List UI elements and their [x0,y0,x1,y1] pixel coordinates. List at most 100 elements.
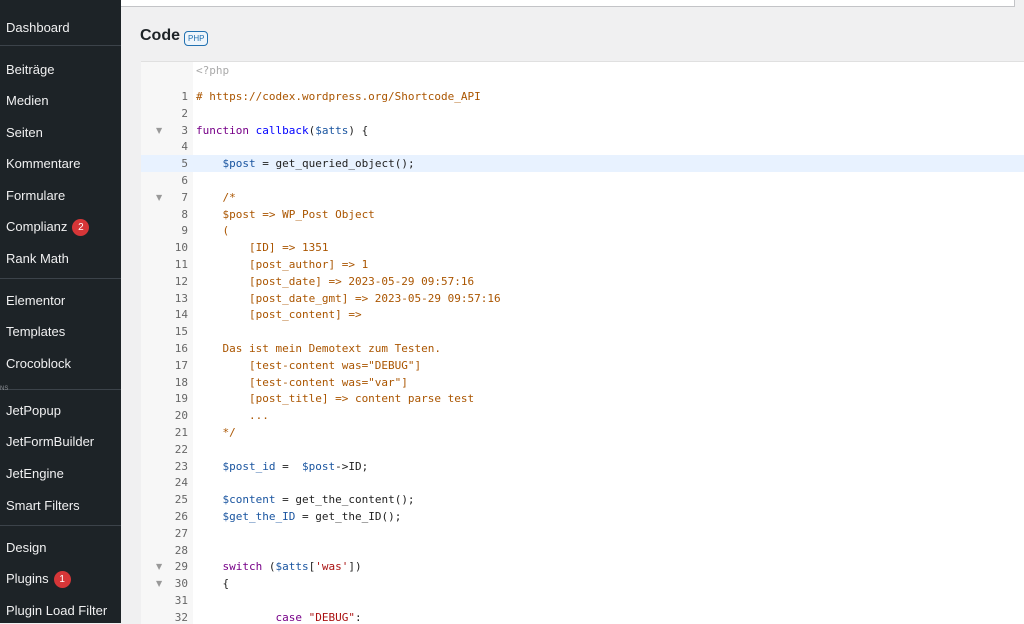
code-editor[interactable]: <?php 1 # https://codex.wordpress.org/Sho… [141,61,1024,624]
code-text: [post_date_gmt] => 2023-05-29 09:57:16 [196,290,501,307]
sidebar-item-formulare[interactable]: Formulare [6,184,65,208]
sidebar-item-seiten[interactable]: Seiten [6,121,43,145]
code-line[interactable]: 17 [test-content was="DEBUG"] [141,357,1024,374]
sidebar-item-smart-filters[interactable]: Smart Filters [6,494,80,518]
code-line[interactable]: 8 $post => WP_Post Object [141,206,1024,223]
code-line[interactable]: 6 [141,172,1024,189]
code-line[interactable]: 23 $post_id = $post->ID; [141,458,1024,475]
code-text: [test-content was="DEBUG"] [196,357,421,374]
code-line[interactable]: ▼ 3 function callback($atts) { [141,122,1024,139]
sidebar-item-design[interactable]: Design [6,536,46,560]
code-text: switch ($atts['was']) [196,558,362,575]
sidebar-item-label: Formulare [6,188,66,203]
code-line[interactable]: 27 [141,525,1024,542]
code-token: $post => WP_Post Object [196,208,375,221]
code-line[interactable]: ▼ 7 /* [141,189,1024,206]
sidebar-item-label: Plugin Load Filter [6,603,108,618]
sidebar-item-label: Dashboard [6,20,70,35]
code-token: : [354,611,362,624]
line-number: 19 [174,392,188,405]
line-number: 14 [174,308,188,321]
code-line[interactable]: 4 [141,138,1024,155]
php-open-tag-line: <?php [141,62,1024,79]
code-text: [post_content] => [196,306,362,323]
code-line[interactable]: 13 [post_date_gmt] => 2023-05-29 09:57:1… [141,290,1024,307]
line-number: 15 [174,325,188,338]
code-text: $get_the_ID = get_the_ID(); [196,508,402,525]
code-line[interactable]: 12 [post_date] => 2023-05-29 09:57:16 [141,273,1024,290]
line-number: 24 [174,476,188,489]
code-line[interactable]: 26 $get_the_ID = get_the_ID(); [141,508,1024,525]
code-token: = get_the_ID(); [295,510,402,523]
language-badge: PHP [184,31,209,46]
code-token: = get_the_content(); [275,493,415,506]
code-text: $content = get_the_content(); [196,491,415,508]
menu-separator [0,525,121,526]
code-line[interactable]: ▼ 30 { [141,575,1024,592]
code-text: function callback($atts) { [196,122,368,139]
code-text: case "DEBUG": [196,609,362,624]
code-token: ( [262,560,276,573]
sidebar-item-label: JetPopup [6,403,61,418]
sidebar-item-templates[interactable]: Templates [6,320,65,344]
sidebar-item-kommentare[interactable]: Kommentare [6,152,80,176]
code-line[interactable]: 24 [141,474,1024,491]
code-line[interactable]: 15 [141,323,1024,340]
code-token: $post [301,460,336,473]
sidebar-item-crocoblock[interactable]: Crocoblock [6,352,71,376]
sidebar-item-label: Design [6,540,47,555]
code-line[interactable]: 9 ( [141,222,1024,239]
line-number: 13 [174,292,188,305]
sidebar-item-dashboard[interactable]: Dashboard [6,16,70,40]
code-text: */ [196,424,235,441]
line-number: 32 [174,611,188,624]
code-line[interactable]: 11 [post_author] => 1 [141,256,1024,273]
code-line[interactable]: 14 [post_content] => [141,306,1024,323]
code-line[interactable]: 31 [141,592,1024,609]
code-token: [post_date_gmt] => 2023-05-29 09:57:16 [196,292,501,305]
code-token: $content [222,493,276,506]
code-text: ... [196,407,269,424]
line-number: 23 [174,460,188,473]
line-number: 27 [174,527,188,540]
code-line[interactable]: 25 $content = get_the_content(); [141,491,1024,508]
code-text: [post_date] => 2023-05-29 09:57:16 [196,273,474,290]
code-token: [test-content was="var"] [196,376,408,389]
code-line[interactable]: 19 [post_title] => content parse test [141,390,1024,407]
sidebar-item-elementor[interactable]: Elementor [6,289,65,313]
code-line[interactable]: 32 case "DEBUG": [141,609,1024,624]
code-line[interactable]: 10 [ID] => 1351 [141,239,1024,256]
code-line[interactable]: ▼ 29 switch ($atts['was']) [141,558,1024,575]
page-title: Code [140,27,180,44]
line-number: 20 [174,409,188,422]
notification-badge: 2 [72,219,90,236]
code-line[interactable]: 16 Das ist mein Demotext zum Testen. [141,340,1024,357]
sidebar-item-jetengine[interactable]: JetEngine [6,462,64,486]
sidebar-item-beitr-ge[interactable]: Beiträge [6,58,54,82]
sidebar-item-complianz[interactable]: Complianz 2 [6,215,90,239]
code-line[interactable]: 5 $post = get_queried_object(); [141,155,1024,172]
code-line[interactable]: 22 [141,441,1024,458]
code-token: ( [196,224,230,237]
code-line[interactable]: 1 # https://codex.wordpress.org/Shortcode… [141,88,1024,105]
admin-sidebar: Dashboard Beiträge Medien Seiten Kommentare F… [0,0,121,623]
sidebar-item-jetpopup[interactable]: JetPopup [6,399,61,423]
sidebar-item-plugin-load-filter[interactable]: Plugin Load Filter [6,599,107,623]
sidebar-item-plugins[interactable]: Plugins 1 [6,567,71,591]
sidebar-item-label: Elementor [6,293,66,308]
sidebar-item-medien[interactable]: Medien [6,89,49,113]
top-panel [121,0,1015,7]
sidebar-item-jetformbuilder[interactable]: JetFormBuilder [6,430,94,454]
line-number: 3 [181,124,188,137]
code-line[interactable]: 21 */ [141,424,1024,441]
code-line[interactable]: 28 [141,542,1024,559]
code-line[interactable]: 20 ... [141,407,1024,424]
line-number: 2 [181,107,188,120]
code-line[interactable]: 2 [141,105,1024,122]
sidebar-item-rank-math[interactable]: Rank Math [6,247,69,271]
code-token: callback [255,124,309,137]
code-line[interactable]: 18 [test-content was="var"] [141,374,1024,391]
code-token: $get_the_ID [222,510,296,523]
sidebar-item-label: JetFormBuilder [6,434,95,449]
